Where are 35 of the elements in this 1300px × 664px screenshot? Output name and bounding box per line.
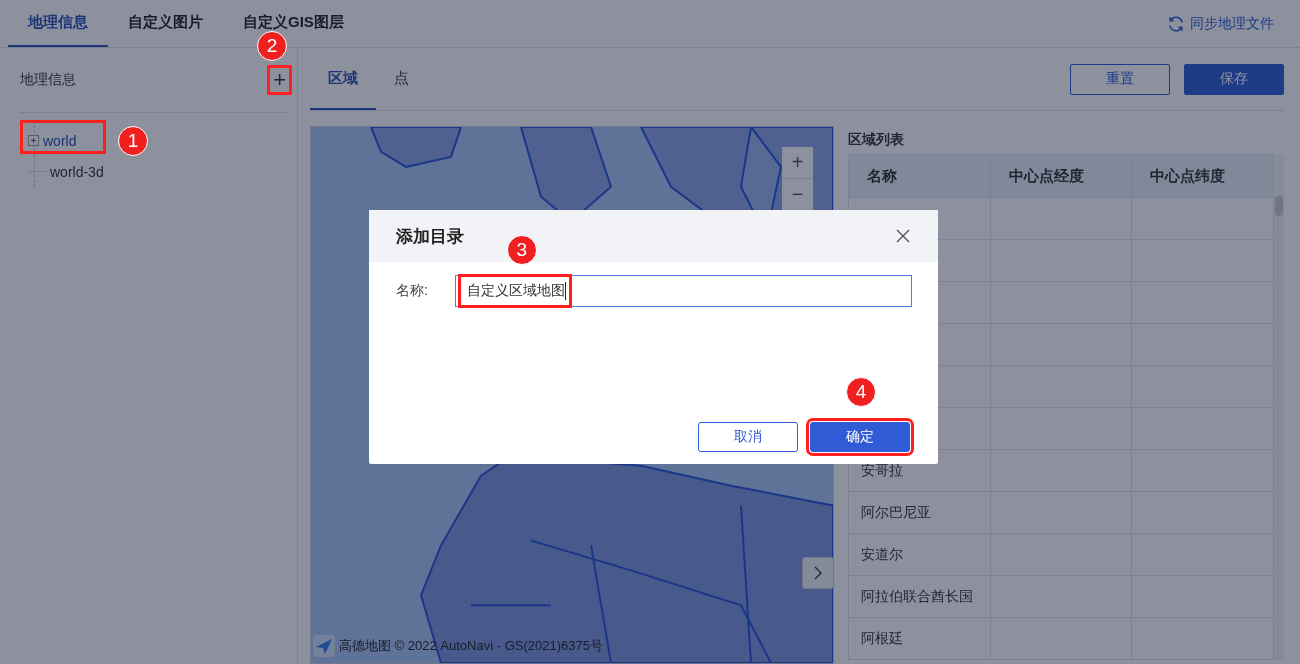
expand-icon[interactable] xyxy=(28,135,39,146)
tree-item[interactable]: world xyxy=(43,132,77,149)
table-cell: 阿拉伯联合酋长国 xyxy=(848,575,991,618)
table-cell: 阿尔巴尼亚 xyxy=(848,491,991,534)
close-button[interactable] xyxy=(896,229,910,243)
top-tab[interactable]: 自定义图片 xyxy=(108,0,223,47)
close-icon xyxy=(896,229,910,243)
list-title: 区域列表 xyxy=(848,130,905,149)
scrollbar-thumb[interactable] xyxy=(1275,196,1283,216)
field-label: 名称: xyxy=(396,282,428,300)
table-cell: 阿根廷 xyxy=(848,617,991,660)
step-badge: 4 xyxy=(846,377,876,407)
map-attribution: 高德地图 © 2022 AutoNavi - GS(2021)6375号 xyxy=(339,637,603,655)
sidebar-title: 地理信息 xyxy=(20,71,76,89)
refresh-icon xyxy=(1167,14,1185,33)
column-header: 名称 xyxy=(848,154,991,198)
step-badge: 2 xyxy=(257,31,288,61)
column-header: 中心点纬度 xyxy=(1131,154,1274,198)
cancel-button[interactable]: 取消 xyxy=(698,422,798,452)
view-tab[interactable]: 点 xyxy=(376,48,427,110)
top-tab[interactable]: 地理信息 xyxy=(8,0,108,47)
view-tab[interactable]: 区域 xyxy=(310,48,376,110)
table-cell: 安道尔 xyxy=(848,533,991,576)
zoom-in-button[interactable]: + xyxy=(782,147,813,179)
column-header: 中心点经度 xyxy=(990,154,1132,198)
logo-icon xyxy=(313,635,335,657)
reset-button[interactable]: 重置 xyxy=(1070,63,1170,95)
dialog-title: 添加目录 xyxy=(396,225,464,248)
sync-button[interactable]: 同步地理文件 xyxy=(1161,13,1280,34)
collapse-button[interactable] xyxy=(802,557,833,589)
step-badge: 1 xyxy=(118,126,148,156)
save-button[interactable]: 保存 xyxy=(1184,63,1284,95)
chevron-right-icon xyxy=(814,566,822,580)
tree-item[interactable]: world-3d xyxy=(50,163,104,180)
input-field[interactable]: 自定义区域地图 xyxy=(454,275,912,307)
